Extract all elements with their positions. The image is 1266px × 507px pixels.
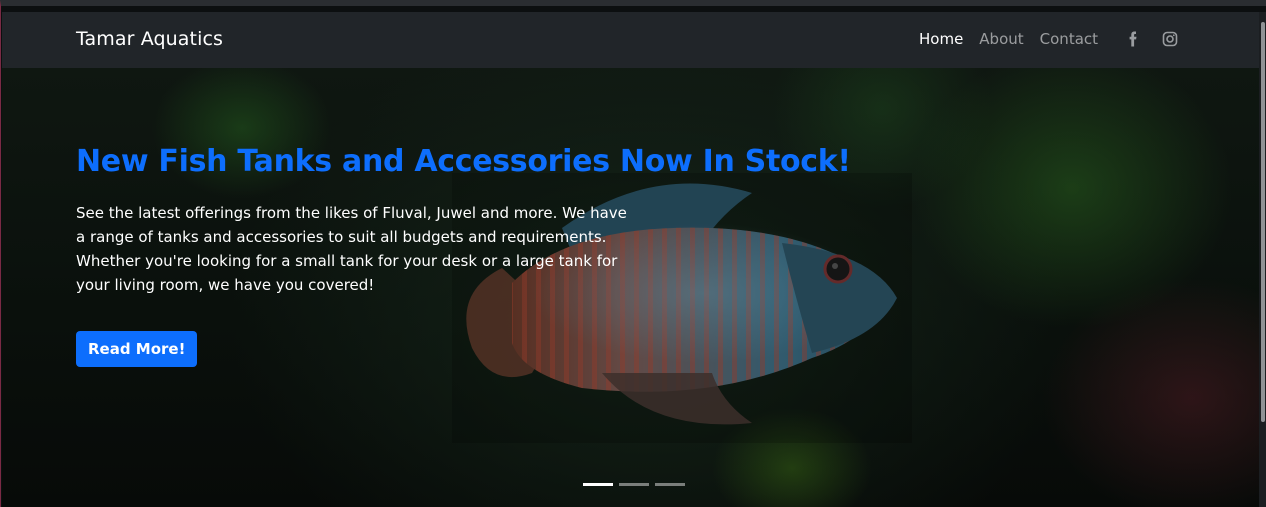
navbar: Tamar Aquatics Home About Contact [2, 12, 1259, 68]
carousel-indicator-1[interactable] [583, 483, 613, 486]
nav-link-about[interactable]: About [979, 30, 1023, 48]
browser-viewport: Tamar Aquatics Home About Contact New Fi… [0, 0, 1266, 507]
brand-logo-text[interactable]: Tamar Aquatics [76, 28, 223, 50]
carousel-indicator-2[interactable] [619, 483, 649, 486]
hero-carousel: New Fish Tanks and Accessories Now In St… [2, 68, 1259, 507]
social-links [1126, 30, 1198, 48]
carousel-indicator-3[interactable] [655, 483, 685, 486]
hero-title: New Fish Tanks and Accessories Now In St… [76, 144, 851, 179]
hero-content: New Fish Tanks and Accessories Now In St… [76, 144, 851, 367]
hero-description: See the latest offerings from the likes … [76, 204, 627, 294]
nav-link-contact[interactable]: Contact [1040, 30, 1098, 48]
instagram-icon[interactable] [1162, 30, 1178, 48]
scrollbar-thumb[interactable] [1261, 22, 1265, 422]
carousel-indicators [583, 483, 691, 486]
facebook-icon[interactable] [1126, 30, 1142, 48]
read-more-button[interactable]: Read More! [76, 331, 198, 367]
page-scrollbar[interactable] [1259, 12, 1266, 507]
nav-links: Home About Contact [919, 30, 1114, 48]
nav-link-home[interactable]: Home [919, 30, 963, 48]
